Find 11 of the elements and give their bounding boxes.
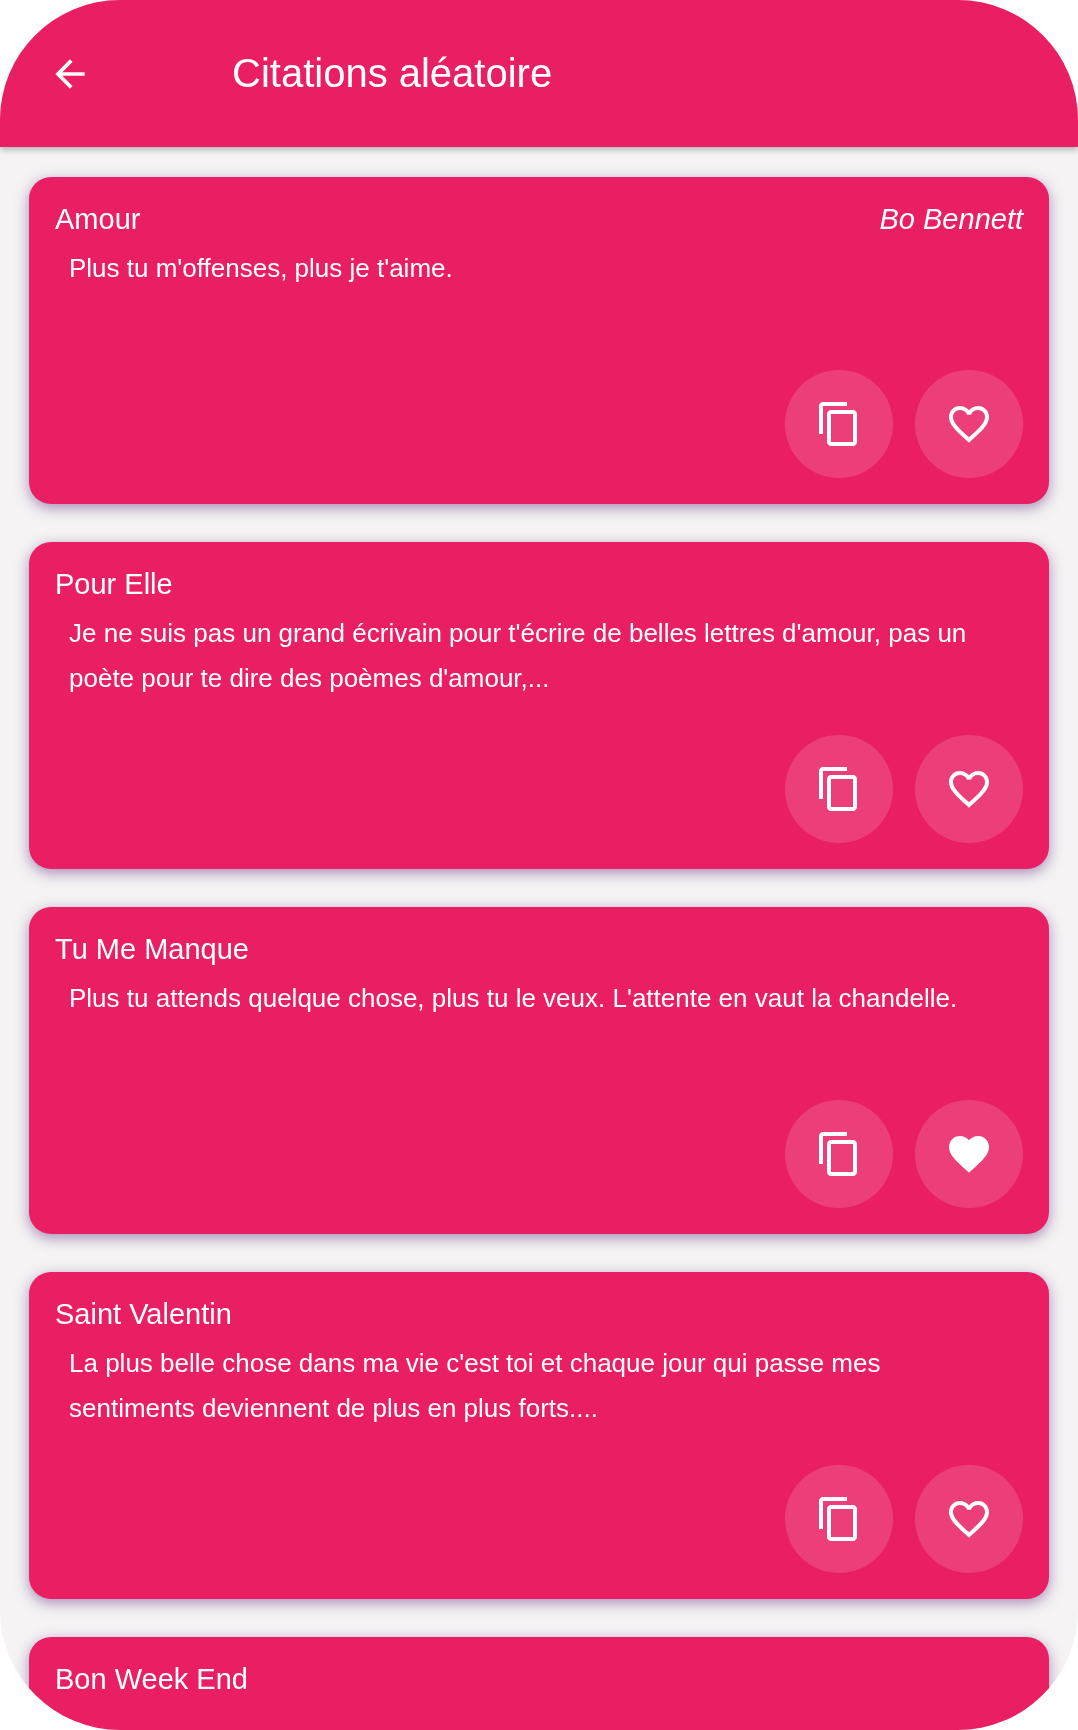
quote-text: Plus tu attends quelque chose, plus tu le veux. L'attente en vaut la chandelle. (69, 982, 959, 1015)
quote-text: Plus tu m'offenses, plus je t'aime. (69, 252, 454, 285)
quote-author: Bo Bennett (879, 203, 1023, 236)
quote-text: La plus belle chose dans ma vie c'est toi et chaque jour qui passe mes sentiments deviennent de plus en plus forts.... (69, 1347, 882, 1425)
quote-category: Amour (55, 203, 141, 236)
quote-category: Pour Elle (55, 568, 173, 601)
quote-category: Saint Valentin (55, 1298, 232, 1331)
quote-category: Bon Week End (55, 1663, 248, 1696)
screen-title: Citations aléatoire (232, 51, 553, 96)
quote-category: Tu Me Manque (55, 933, 249, 966)
quote-text: Je ne suis pas un grand écrivain pour t'écrire de belles lettres d'amour, pas un poète pour te dire des poèmes d'amour,... (69, 617, 968, 695)
